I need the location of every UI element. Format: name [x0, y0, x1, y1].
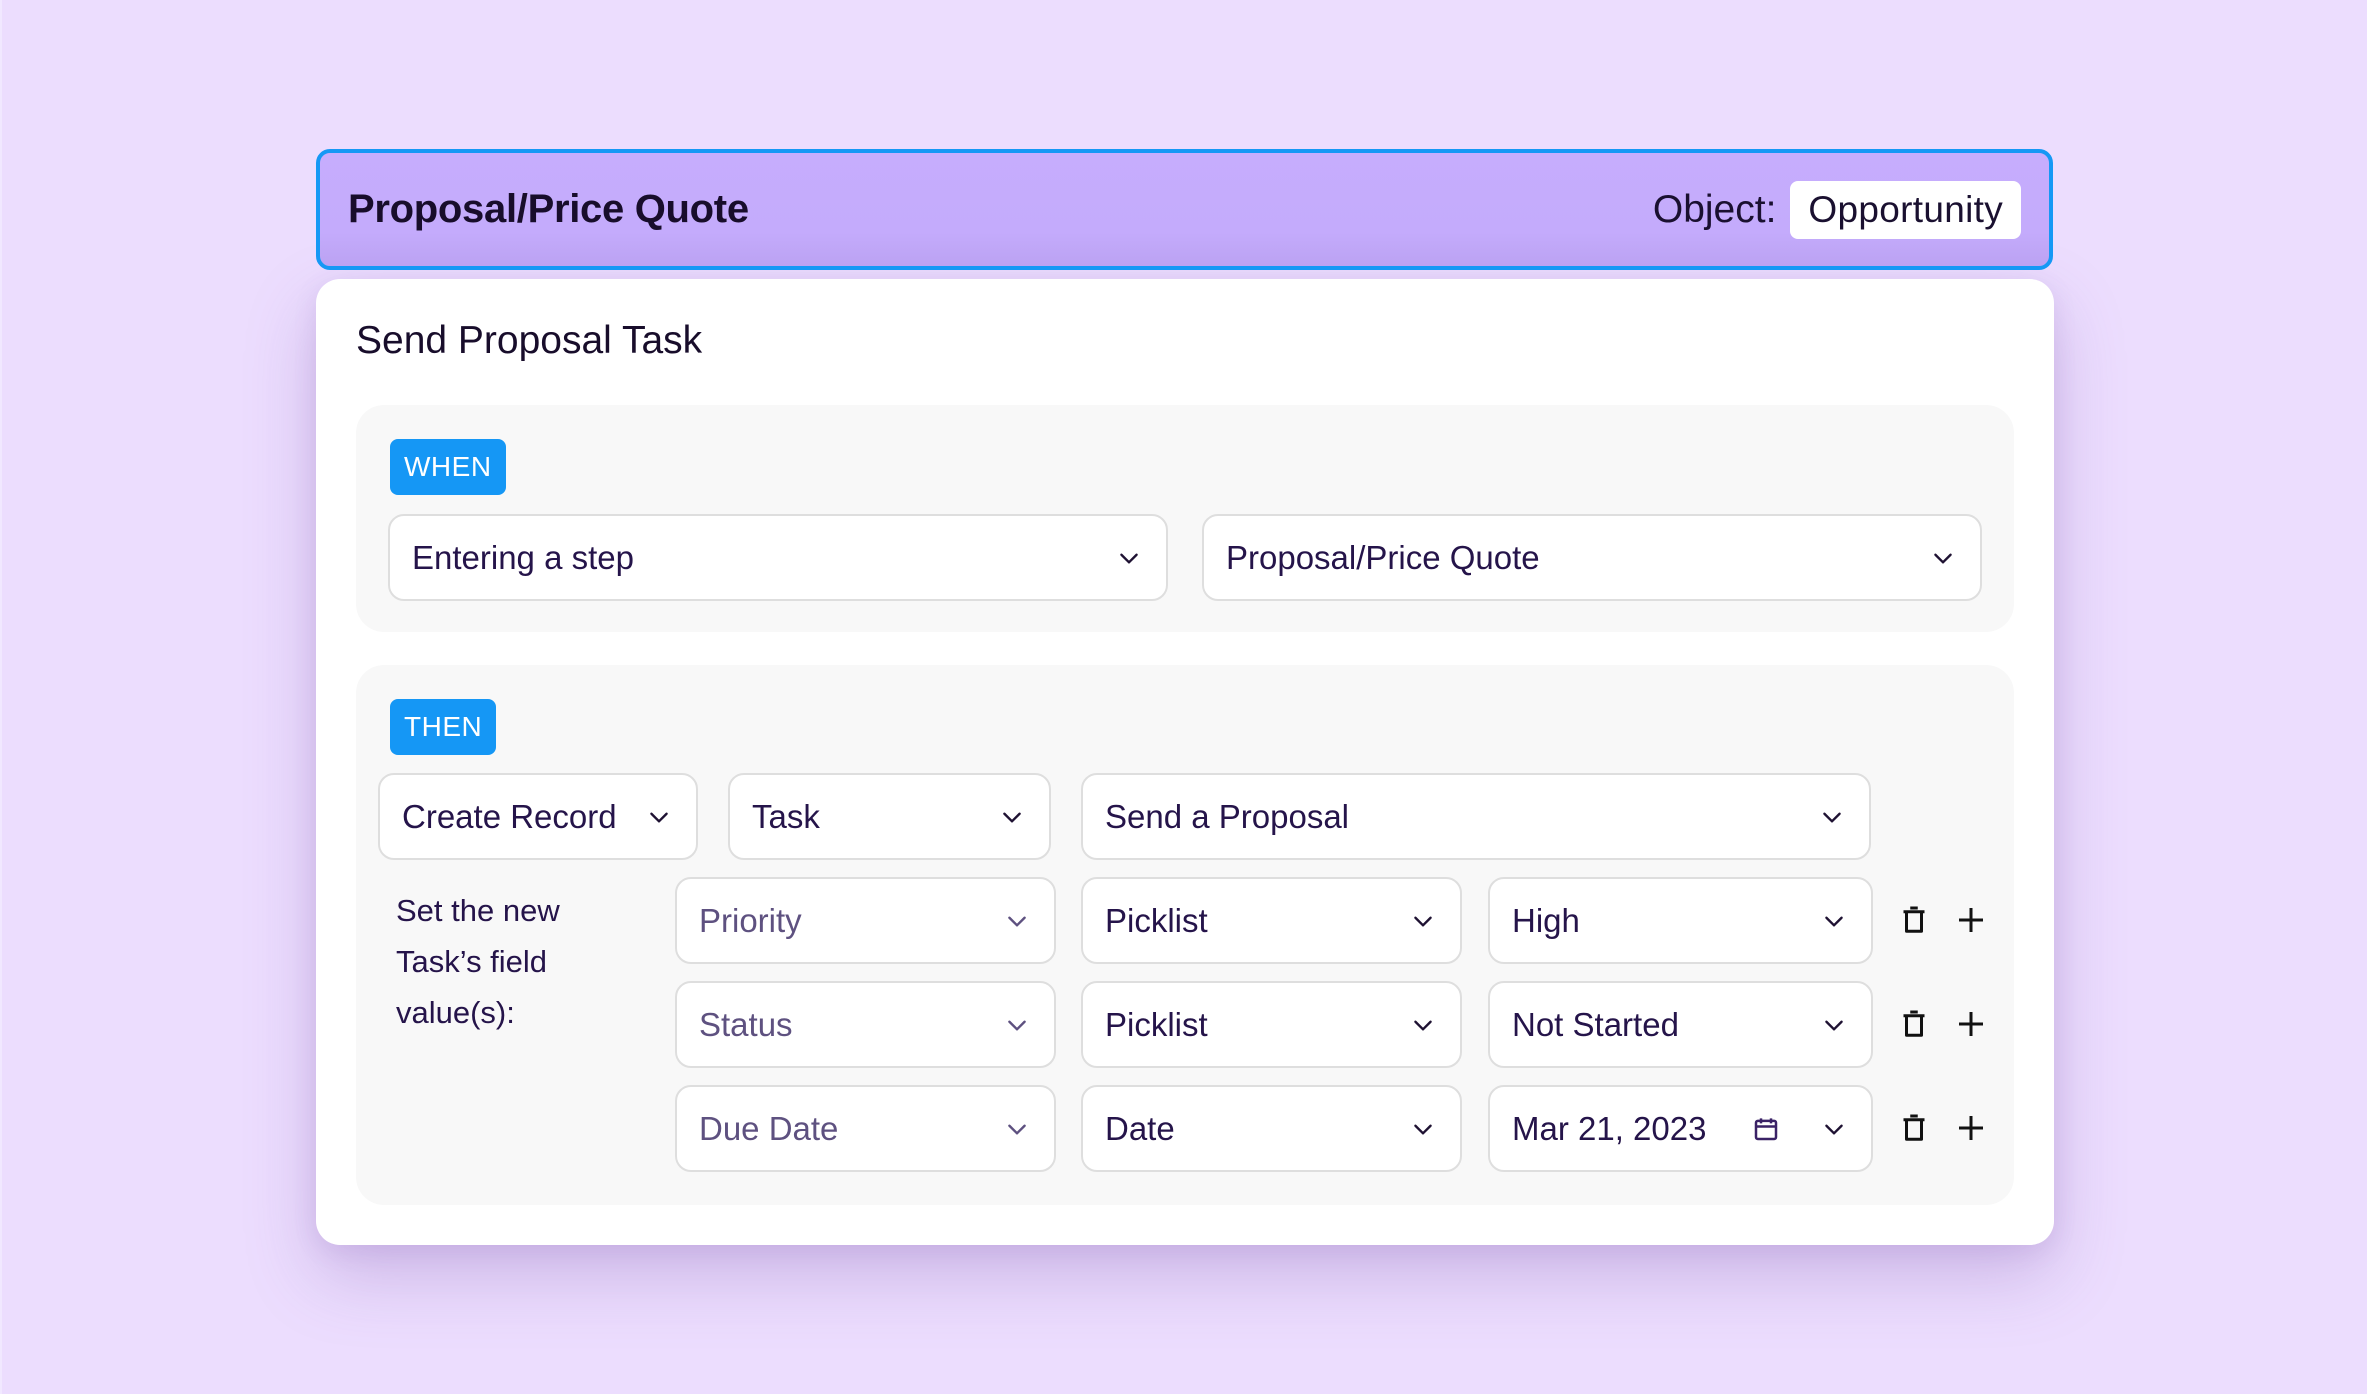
automation-card: Send Proposal Task WHEN Entering a step … — [316, 279, 2054, 1245]
object-label: Object: — [1652, 187, 1777, 231]
stage-title: Proposal/Price Quote — [348, 187, 749, 231]
chevron-down-icon — [1819, 804, 1845, 830]
field-dropdown[interactable]: Due Date — [675, 1085, 1056, 1172]
plus-icon[interactable] — [1953, 902, 1989, 938]
record-type-dropdown[interactable]: Task — [728, 773, 1051, 860]
chevron-down-icon — [1821, 1116, 1847, 1142]
stage-header: Proposal/Price Quote Object: Opportunity — [316, 149, 2053, 270]
chevron-down-icon — [1004, 908, 1030, 934]
trash-icon[interactable] — [1896, 1006, 1932, 1042]
field-dropdown[interactable]: Priority — [675, 877, 1056, 964]
then-badge: THEN — [390, 699, 497, 755]
object-indicator: Object: Opportunity — [1652, 180, 2021, 239]
action-value: Create Record — [402, 797, 617, 835]
chevron-down-icon — [1821, 1012, 1847, 1038]
calendar-icon[interactable] — [1751, 1114, 1781, 1144]
record-type-value: Task — [752, 797, 820, 835]
when-badge: WHEN — [390, 439, 506, 495]
chevron-down-icon — [1821, 908, 1847, 934]
chevron-down-icon — [1410, 1116, 1436, 1142]
chevron-down-icon — [1930, 545, 1956, 571]
then-panel: THEN Create Record Task Send a Proposal … — [356, 665, 2014, 1205]
field-value-dropdown[interactable]: Not Started — [1488, 981, 1873, 1068]
field-type-value: Picklist — [1105, 1005, 1208, 1043]
field-type-value: Picklist — [1105, 901, 1208, 939]
template-dropdown[interactable]: Send a Proposal — [1081, 773, 1871, 860]
field-type-dropdown[interactable]: Date — [1081, 1085, 1462, 1172]
fields-label: Set the new Task’s field value(s): — [396, 885, 596, 1038]
field-value: Priority — [699, 901, 802, 939]
date-value-text: Mar 21, 2023 — [1512, 1109, 1707, 1147]
field-type-dropdown[interactable]: Picklist — [1081, 981, 1462, 1068]
field-value: Status — [699, 1005, 793, 1043]
chevron-down-icon — [1004, 1116, 1030, 1142]
action-dropdown[interactable]: Create Record — [378, 773, 698, 860]
page-edge — [0, 0, 2, 1394]
stage-value: Proposal/Price Quote — [1226, 538, 1540, 576]
fields-label-line: value(s): — [396, 995, 515, 1030]
field-value-text: Not Started — [1512, 1005, 1679, 1043]
template-value: Send a Proposal — [1105, 797, 1350, 835]
field-dropdown[interactable]: Status — [675, 981, 1056, 1068]
field-type-value: Date — [1105, 1109, 1175, 1147]
trash-icon[interactable] — [1896, 902, 1932, 938]
field-value-text: High — [1512, 901, 1580, 939]
field-type-dropdown[interactable]: Picklist — [1081, 877, 1462, 964]
field-value-dropdown[interactable]: High — [1488, 877, 1873, 964]
when-panel: WHEN Entering a step Proposal/Price Quot… — [356, 405, 2014, 632]
chevron-down-icon — [1116, 545, 1142, 571]
field-value: Due Date — [699, 1109, 839, 1147]
trash-icon[interactable] — [1896, 1110, 1932, 1146]
stage-dropdown[interactable]: Proposal/Price Quote — [1202, 514, 1982, 601]
trigger-value: Entering a step — [412, 538, 634, 576]
chevron-down-icon — [1004, 1012, 1030, 1038]
chevron-down-icon — [1410, 1012, 1436, 1038]
chevron-down-icon — [1410, 908, 1436, 934]
automation-title: Send Proposal Task — [356, 319, 703, 362]
plus-icon[interactable] — [1953, 1110, 1989, 1146]
chevron-down-icon — [999, 804, 1025, 830]
date-value-picker[interactable]: Mar 21, 2023 — [1488, 1085, 1873, 1172]
trigger-dropdown[interactable]: Entering a step — [388, 514, 1168, 601]
chevron-down-icon — [646, 804, 672, 830]
plus-icon[interactable] — [1953, 1006, 1989, 1042]
fields-label-line: Task’s field — [396, 944, 548, 979]
fields-label-line: Set the new — [396, 893, 560, 928]
object-value[interactable]: Opportunity — [1790, 180, 2021, 239]
